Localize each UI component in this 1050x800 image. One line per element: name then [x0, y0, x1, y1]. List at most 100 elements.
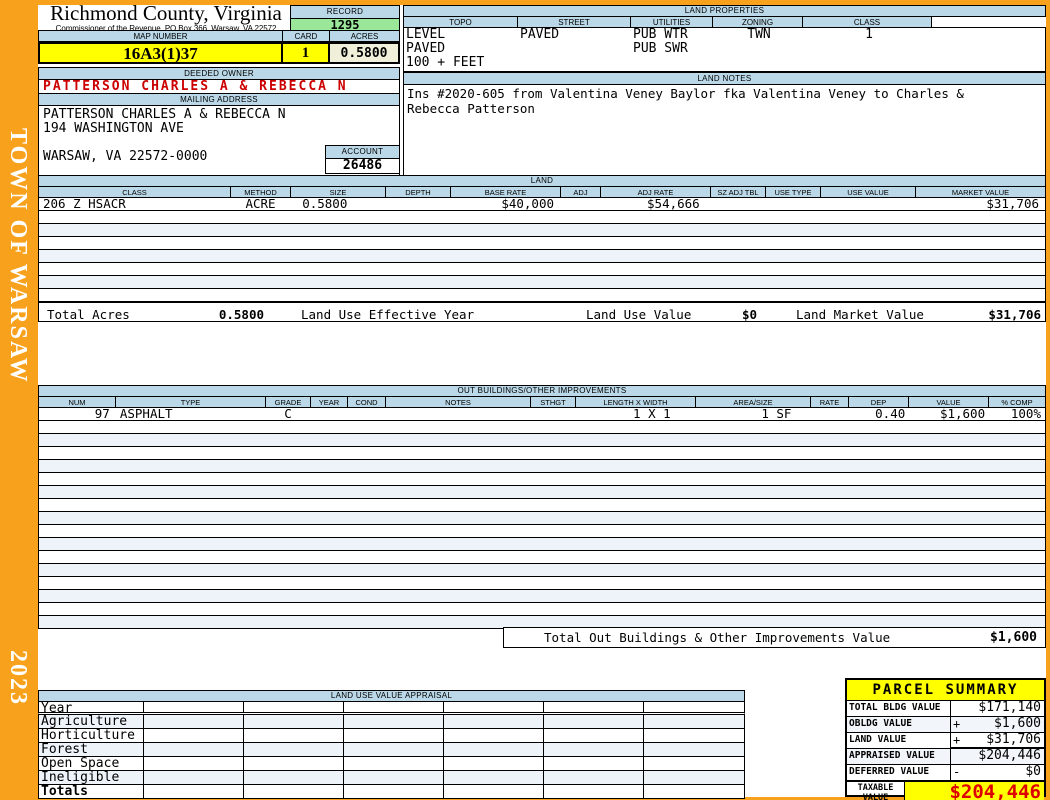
land-notes-body: Ins #2020-605 from Valentina Veney Baylo…: [403, 85, 1046, 176]
ob-area-size-cell: 1 SF: [761, 406, 792, 421]
lua-row-forest: Forest: [38, 743, 745, 757]
lua-label: Ineligible: [39, 771, 144, 784]
map-number-label: MAP NUMBER: [38, 30, 283, 42]
utilities-value: PUB SWR: [633, 41, 688, 56]
land-col-header: ADJ: [560, 187, 600, 198]
total-acres-value: 0.5800: [218, 307, 264, 322]
land-properties-section: LAND PROPERTIES TOPO STREET UTILITIES ZO…: [403, 5, 1046, 72]
ps-row-appraised: APPRAISED VALUE $204,446: [847, 747, 1044, 765]
property-record-card: TOWN OF WARSAW 2023 Richmond County, Vir…: [0, 0, 1050, 800]
land-notes-section: LAND NOTES Ins #2020-605 from Valentina …: [403, 72, 1046, 176]
lua-label: Agriculture: [39, 715, 144, 728]
class-values: 1: [803, 28, 933, 71]
lua-cells: [144, 771, 744, 784]
ps-label: LAND VALUE: [847, 733, 951, 748]
street-values: PAVED: [518, 28, 631, 71]
ob-cond-cell: [347, 408, 385, 420]
land-title: LAND: [38, 175, 1046, 187]
street-value: PAVED: [520, 27, 560, 42]
lua-row-year: Year: [38, 702, 745, 715]
ob-col-header: RATE: [810, 397, 848, 408]
land-col-header: USE VALUE: [820, 187, 915, 198]
topo-value: LEVEL: [406, 27, 446, 42]
land-size-cell: 0.5800: [302, 196, 348, 211]
land-col-header: SZ ADJ TBL: [710, 187, 765, 198]
ps-value: $171,140: [978, 700, 1041, 715]
ps-value: $0: [1025, 764, 1041, 779]
ob-value-cell: $1,600: [939, 406, 986, 421]
topo-values: LEVEL PAVED 100 + FEET: [404, 28, 518, 71]
taxable-label-line: TAXABLE: [857, 783, 894, 793]
ps-value: $204,446: [978, 748, 1041, 763]
ps-value: $1,600: [994, 716, 1041, 731]
county-title: Richmond County, Virginia: [50, 1, 282, 25]
land-base-rate-cell: $40,000: [501, 196, 554, 211]
lua-label: Year: [39, 702, 144, 715]
ob-col-header: STHGT: [530, 397, 575, 408]
parcel-summary: PARCEL SUMMARY TOTAL BLDG VALUE $171,140…: [845, 678, 1046, 800]
land-col-header: USE TYPE: [765, 187, 820, 198]
map-card-acres: MAP NUMBER CARD ACRES 16A3(1)37 1 0.5800: [38, 30, 400, 64]
taxable-value-label: TAXABLE VALUE: [847, 782, 905, 800]
parcel-summary-title: PARCEL SUMMARY: [847, 680, 1044, 701]
ps-row-taxable: TAXABLE VALUE $204,446: [847, 781, 1044, 800]
lua-label: Totals: [39, 785, 144, 798]
land-method-cell: ACRE: [245, 196, 276, 211]
sidebar: TOWN OF WARSAW 2023: [0, 0, 38, 800]
mailing-address-label: MAILING ADDRESS: [38, 93, 400, 106]
lua-cells: [144, 785, 744, 798]
ob-col-header: AREA/SIZE: [695, 397, 810, 408]
lua-cells: [144, 757, 744, 770]
total-acres-label: Total Acres: [47, 307, 130, 322]
land-properties-title: LAND PROPERTIES: [403, 5, 1046, 17]
ob-col-header: NOTES: [385, 397, 530, 408]
land-properties-body: LEVEL PAVED 100 + FEET PAVED PUB WTR PUB…: [403, 28, 1046, 72]
land-use-value-total: $0: [741, 307, 757, 322]
taxable-label-line: VALUE: [862, 793, 889, 800]
lua-label: Horticulture: [39, 729, 144, 742]
lua-cells: [144, 743, 744, 756]
land-class-cell: 206 Z HSACR: [43, 196, 126, 211]
ps-operator: +: [953, 717, 961, 731]
map-card-acres-headers: MAP NUMBER CARD ACRES: [38, 30, 400, 42]
out-buildings-total-row: Total Out Buildings & Other Improvements…: [503, 627, 1046, 648]
land-market-value-total: $31,706: [988, 307, 1041, 322]
out-buildings-total-value: $1,600: [990, 630, 1037, 645]
land-use-effective-year-label: Land Use Effective Year: [301, 307, 475, 322]
ob-year-cell: [310, 408, 347, 420]
land-empty-rows: [38, 211, 1046, 302]
land-use-value-label: Land Use Value: [586, 307, 692, 322]
land-depth-cell: [385, 198, 450, 210]
ps-operator: [951, 749, 965, 764]
taxable-value: $204,446: [905, 782, 1044, 800]
acres-label: ACRES: [330, 30, 400, 42]
mailing-address-line: 194 WASHINGTON AVE: [43, 121, 184, 136]
ps-row-deferred: DEFERRED VALUE - $0: [847, 765, 1044, 781]
ps-operator: +: [953, 733, 961, 747]
ob-comp-cell: 100%: [1010, 406, 1041, 421]
land-notes-title: LAND NOTES: [403, 72, 1046, 85]
zoning-value: TWN: [747, 27, 771, 42]
ob-rate-cell: [809, 408, 847, 420]
topo-value: PAVED: [406, 41, 446, 56]
land-market-value-label: Land Market Value: [796, 307, 924, 322]
ps-row-obldg: OBLDG VALUE + $1,600: [847, 717, 1044, 733]
land-totals-row: Total Acres 0.5800 Land Use Effective Ye…: [38, 302, 1046, 322]
utilities-values: PUB WTR PUB SWR: [631, 28, 713, 71]
ps-operator: [951, 701, 965, 716]
acres-value: 0.5800: [330, 42, 400, 64]
ob-length-width-cell: 1 X 1: [633, 406, 671, 421]
record-box: RECORD 1295: [290, 5, 400, 33]
ps-label: OBLDG VALUE: [847, 717, 951, 732]
ob-sthgt-cell: [530, 408, 575, 420]
lua-row-agriculture: Agriculture: [38, 715, 745, 729]
card-label: CARD: [283, 30, 330, 42]
ps-row-total-bldg: TOTAL BLDG VALUE $171,140: [847, 701, 1044, 717]
sidebar-town-label: TOWN OF WARSAW: [5, 128, 31, 384]
record-label: RECORD: [290, 5, 400, 19]
ps-value: $31,706: [986, 732, 1041, 747]
lua-row-horticulture: Horticulture: [38, 729, 745, 743]
land-properties-header-row: TOPO STREET UTILITIES ZONING CLASS: [403, 17, 1046, 28]
land-adj-rate-cell: $54,666: [647, 196, 700, 211]
account-label: ACCOUNT: [325, 145, 400, 159]
